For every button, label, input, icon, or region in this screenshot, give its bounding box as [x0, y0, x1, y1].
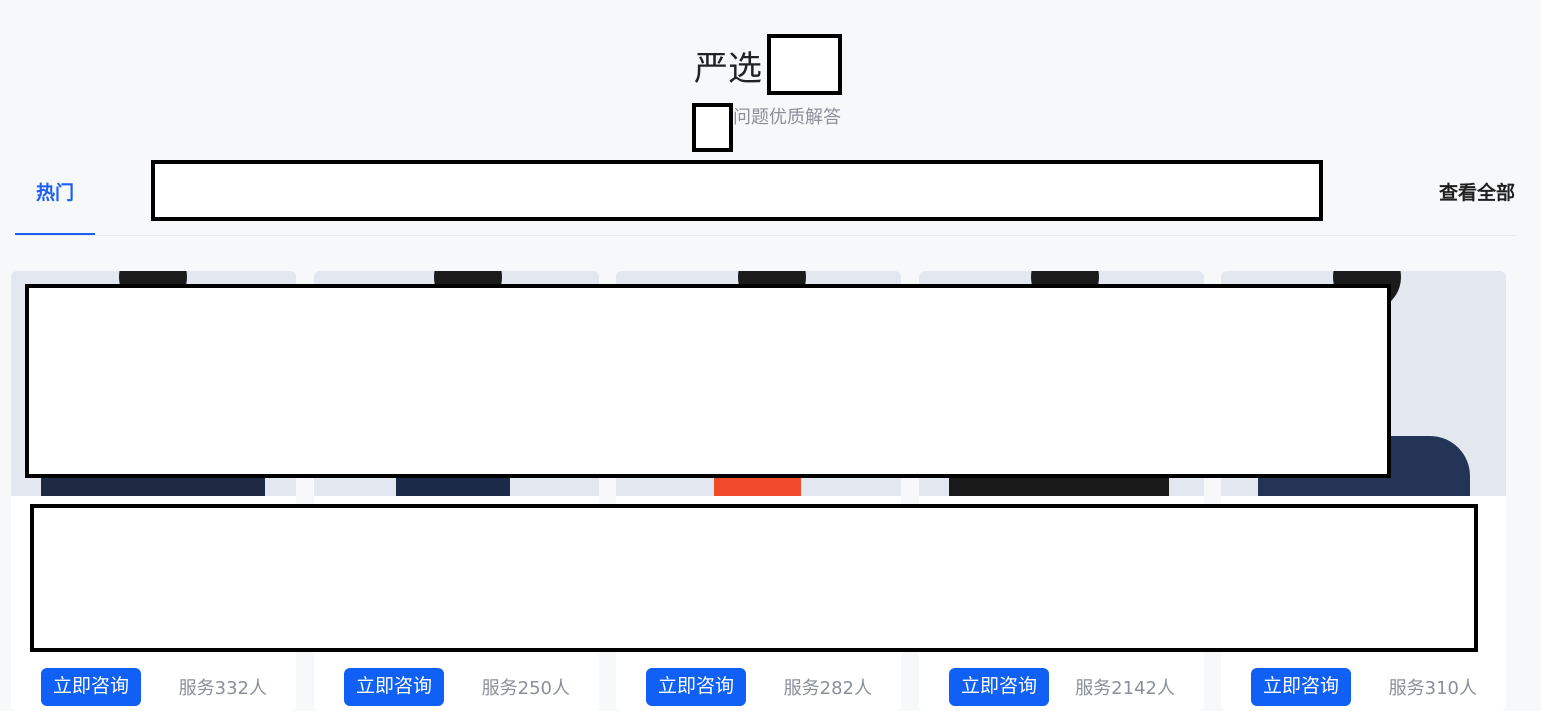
- page-title: 严选: [694, 49, 762, 89]
- served-count: 服务2142人: [1075, 678, 1175, 699]
- card-footer: 立即咨询 服务282人: [616, 666, 901, 711]
- page-subtitle: 问题优质解答: [733, 107, 841, 128]
- tab-hot-label: 热门: [35, 182, 74, 204]
- served-count: 服务310人: [1388, 678, 1477, 699]
- consult-button[interactable]: 立即咨询: [949, 668, 1049, 706]
- redacted-card-names-block: [25, 284, 1391, 478]
- redacted-tabs-block: [151, 160, 1323, 221]
- redacted-title-block: [767, 34, 842, 95]
- page-header: 严选 问题优质解答: [0, 0, 1541, 152]
- consult-button[interactable]: 立即咨询: [41, 668, 141, 706]
- consult-button[interactable]: 立即咨询: [1251, 668, 1351, 706]
- tab-hot[interactable]: 热门: [15, 160, 95, 235]
- card-footer: 立即咨询 服务250人: [314, 666, 599, 711]
- card-footer: 立即咨询 服务2142人: [919, 666, 1204, 711]
- card-footer: 立即咨询 服务332人: [11, 666, 296, 711]
- redacted-subtitle-block: [692, 103, 733, 152]
- served-count: 服务332人: [178, 678, 267, 699]
- category-tabs: 热门 查看全部: [15, 160, 1515, 236]
- served-count: 服务250人: [481, 678, 570, 699]
- consult-button[interactable]: 立即咨询: [646, 668, 746, 706]
- card-footer: 立即咨询 服务310人: [1221, 666, 1506, 711]
- served-count: 服务282人: [783, 678, 872, 699]
- consult-button[interactable]: 立即咨询: [344, 668, 444, 706]
- redacted-card-details-block: [30, 504, 1478, 652]
- view-all-link[interactable]: 查看全部: [1439, 178, 1515, 205]
